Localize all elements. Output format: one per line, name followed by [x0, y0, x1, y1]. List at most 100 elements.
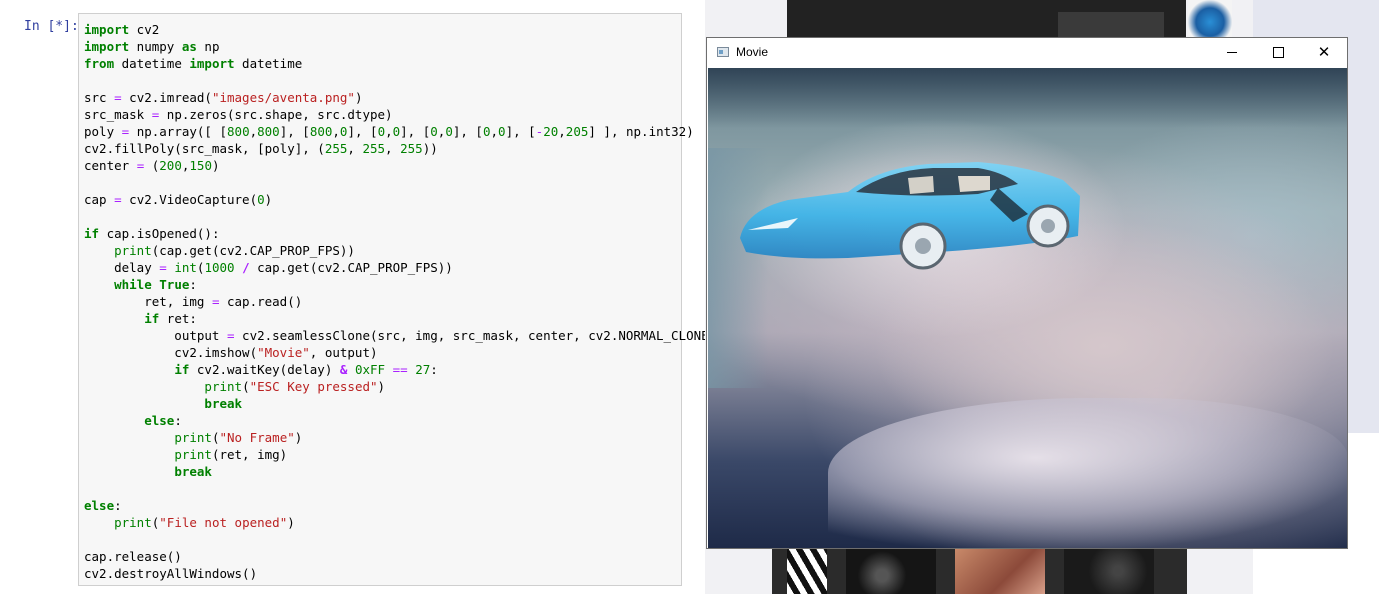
code-token: : [430, 362, 438, 377]
code-token: datetime [114, 56, 190, 71]
code-line: from datetime import datetime [84, 55, 716, 72]
code-line: import numpy as np [84, 38, 716, 55]
code-token: ret: [159, 311, 197, 326]
code-line: ret, img = cap.read() [84, 293, 716, 310]
code-token: "No Frame" [219, 430, 295, 445]
code-token: src [84, 90, 115, 105]
code-token: ret, img [84, 294, 212, 309]
code-token: import [84, 39, 130, 54]
code-line: cv2.fillPoly(src_mask, [poly], (255, 255… [84, 140, 716, 157]
code-token: cv2.destroyAllWindows() [84, 566, 258, 581]
code-token: output [84, 328, 227, 343]
code-line: cap = cv2.VideoCapture(0) [84, 191, 716, 208]
code-token: center [84, 158, 137, 173]
code-token: cv2.fillPoly(src_mask, [poly], ( [84, 141, 325, 156]
code-token: else [144, 413, 175, 428]
code-line: if ret: [84, 310, 716, 327]
code-line: break [84, 463, 716, 480]
code-line: poly = np.array([ [800,800], [800,0], [0… [84, 123, 716, 140]
code-token: ) [354, 90, 363, 105]
maximize-button[interactable] [1255, 38, 1301, 68]
code-line: else: [84, 497, 716, 514]
code-token: ], [ [505, 124, 536, 139]
code-token: cv2 [129, 22, 160, 37]
movie-titlebar[interactable]: Movie ✕ [707, 38, 1347, 68]
code-token: cap.read() [219, 294, 303, 309]
code-token: / [242, 260, 250, 275]
code-token: cap [84, 192, 115, 207]
code-token: from [84, 56, 115, 71]
code-line: if cap.isOpened(): [84, 225, 716, 242]
code-token: (ret, img) [211, 447, 288, 462]
code-token: 0 [445, 124, 453, 139]
code-token: (cap.get(cv2.CAP_PROP_FPS)) [151, 243, 355, 258]
code-line: src = cv2.imread("images/aventa.png") [84, 89, 716, 106]
code-token: print [174, 430, 212, 445]
code-token: cap.isOpened(): [99, 226, 220, 241]
minimize-button[interactable] [1209, 38, 1255, 68]
code-token: = [114, 192, 122, 207]
code-token: while [114, 277, 152, 292]
code-token: cap.get(cv2.CAP_PROP_FPS)) [249, 260, 453, 275]
movie-window[interactable]: Movie ✕ [706, 37, 1348, 549]
background-dark-inner [1058, 12, 1164, 40]
code-token: = [114, 90, 122, 105]
code-token: 27 [415, 362, 431, 377]
code-line: print(ret, img) [84, 446, 716, 463]
code-token: ( [242, 379, 250, 394]
code-editor[interactable]: import cv2 import numpy as np from datetim… [84, 21, 716, 582]
code-token: 0 [498, 124, 506, 139]
code-token: 0 [482, 124, 491, 139]
close-button[interactable]: ✕ [1301, 38, 1347, 68]
code-token: cv2.waitKey(delay) [189, 362, 340, 377]
code-token: 0 [430, 124, 438, 139]
code-token: : [174, 413, 182, 428]
code-token: , [332, 124, 340, 139]
code-token: src_mask [84, 107, 152, 122]
code-token: ], [ [400, 124, 431, 139]
code-token: cap.release() [84, 549, 182, 564]
code-cell[interactable]: import cv2 import numpy as np from datetim… [78, 13, 716, 586]
code-token: ) [264, 192, 273, 207]
code-line: print("File not opened") [84, 514, 716, 531]
code-token: 800 [257, 124, 280, 139]
code-token: print [114, 243, 152, 258]
code-line: cv2.destroyAllWindows() [84, 565, 716, 582]
code-token: numpy [129, 39, 182, 54]
code-token: ) [211, 158, 220, 173]
code-token: 800 [309, 124, 333, 139]
code-token: 205 [565, 124, 589, 139]
code-token: np.zeros(src.shape, src.dtype) [159, 107, 393, 122]
code-token: : [114, 498, 122, 513]
code-token: "images/aventa.png" [211, 90, 355, 105]
code-token: break [204, 396, 243, 411]
code-token: 200 [159, 158, 182, 173]
code-token: 255 [400, 141, 423, 156]
code-token: 255 [324, 141, 348, 156]
close-icon: ✕ [1317, 43, 1331, 61]
cell-prompt: In [*]: [24, 19, 79, 34]
code-line: cv2.imshow("Movie", output) [84, 344, 716, 361]
code-token: ) [377, 379, 386, 394]
code-line: print("No Frame") [84, 429, 716, 446]
background-thumbnail [787, 548, 827, 594]
code-token: , [347, 141, 363, 156]
code-line: if cv2.waitKey(delay) & 0xFF == 27: [84, 361, 716, 378]
background-car-thumbnail [1188, 0, 1232, 40]
code-token: delay [84, 260, 160, 275]
code-line: else: [84, 412, 716, 429]
code-token: ( [144, 158, 160, 173]
code-token: )) [422, 141, 438, 156]
code-token: 0 [257, 192, 265, 207]
